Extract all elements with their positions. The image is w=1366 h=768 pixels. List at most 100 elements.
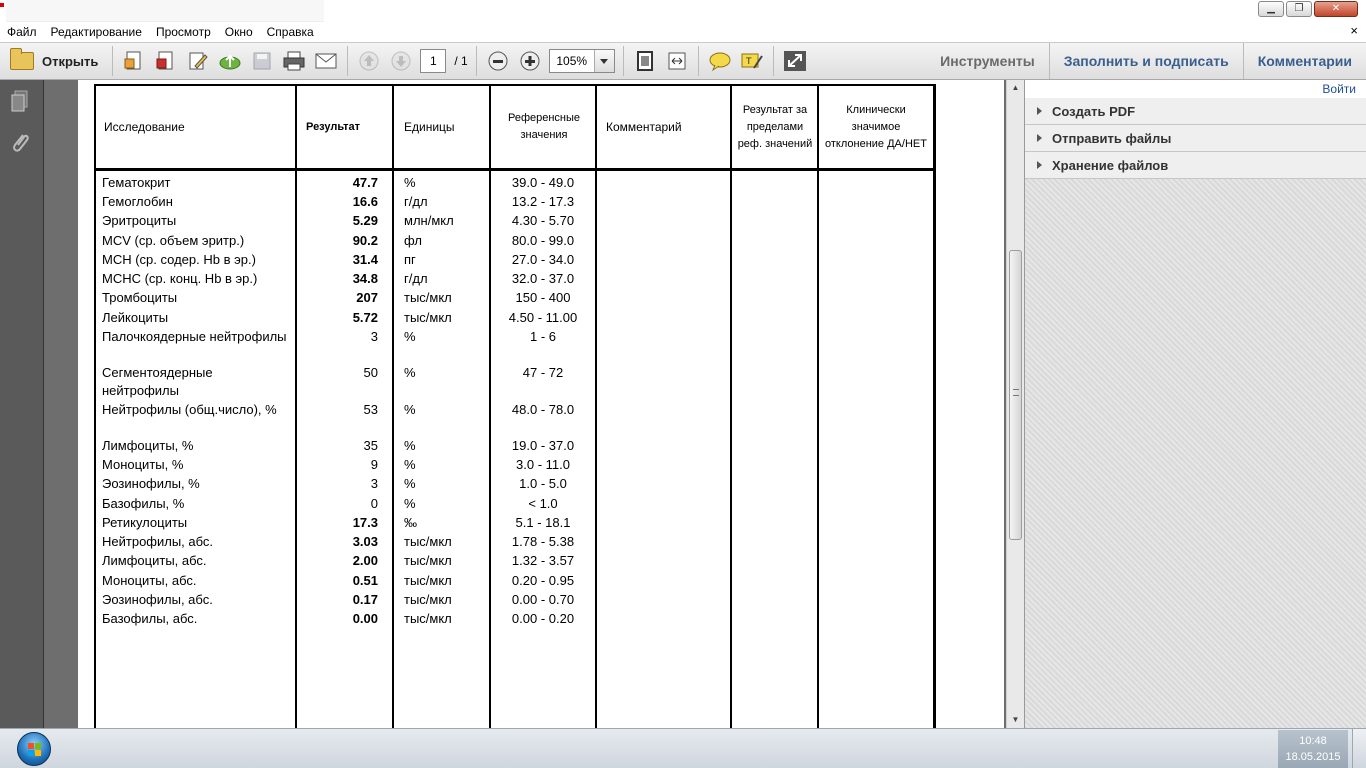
row-unit: тыс/мкл bbox=[404, 310, 452, 325]
row-reference: 32.0 - 37.0 bbox=[511, 271, 575, 286]
row-unit: % bbox=[404, 365, 416, 380]
minimize-button[interactable]: ▁ bbox=[1258, 1, 1284, 17]
fill-sign-panel-link[interactable]: Заполнить и подписать bbox=[1048, 43, 1243, 79]
chevron-down-icon[interactable] bbox=[593, 50, 614, 72]
row-unit: тыс/мкл bbox=[404, 573, 452, 588]
attachment-icon[interactable] bbox=[8, 130, 32, 156]
page-total: / 1 bbox=[454, 54, 468, 68]
folder-icon bbox=[10, 48, 34, 70]
email-icon[interactable] bbox=[313, 48, 339, 74]
row-study: Нейтрофилы (общ.число), % bbox=[102, 402, 277, 417]
window-title-area bbox=[6, 0, 324, 22]
row-study: Гематокрит bbox=[102, 175, 171, 190]
left-navigation-pane bbox=[0, 80, 44, 728]
section-create-pdf[interactable]: Создать PDF bbox=[1025, 98, 1366, 125]
row-result: 2.00 bbox=[352, 553, 378, 568]
column-border bbox=[595, 84, 597, 728]
row-study: Лимфоциты, абс. bbox=[102, 553, 207, 568]
clock-time: 10:48 bbox=[1299, 735, 1327, 747]
header-result: Результат bbox=[306, 121, 361, 133]
row-reference: 27.0 - 34.0 bbox=[511, 252, 575, 267]
row-reference: 5.1 - 18.1 bbox=[515, 515, 571, 530]
row-unit: пг bbox=[404, 252, 416, 267]
menu-help[interactable]: Справка bbox=[260, 25, 321, 39]
highlight-text-icon[interactable]: T bbox=[739, 48, 765, 74]
row-reference: 39.0 - 49.0 bbox=[511, 175, 575, 190]
maximize-button[interactable]: ❐ bbox=[1286, 1, 1312, 17]
zoom-in-icon[interactable] bbox=[517, 48, 543, 74]
row-unit: % bbox=[404, 438, 416, 453]
row-unit: тыс/мкл bbox=[404, 592, 452, 607]
header-separator bbox=[94, 168, 936, 171]
menu-file[interactable]: Файл bbox=[0, 25, 44, 39]
row-reference: 1 - 6 bbox=[529, 329, 556, 344]
header-comment: Комментарий bbox=[606, 120, 682, 134]
scroll-down-icon[interactable]: ▼ bbox=[1007, 712, 1024, 728]
next-page-icon[interactable] bbox=[388, 48, 414, 74]
row-result: 34.8 bbox=[352, 271, 378, 286]
zoom-out-icon[interactable] bbox=[485, 48, 511, 74]
row-reference: 47 - 72 bbox=[522, 365, 564, 380]
scrollbar-thumb[interactable] bbox=[1009, 250, 1022, 540]
tools-pane: Войти Создать PDF Отправить файлы Хранен… bbox=[1024, 80, 1366, 728]
print-icon[interactable] bbox=[281, 48, 307, 74]
grip-icon bbox=[1013, 389, 1019, 396]
fit-width-icon[interactable] bbox=[664, 48, 690, 74]
expand-group bbox=[774, 46, 816, 76]
expand-icon[interactable] bbox=[782, 48, 808, 74]
column-border bbox=[817, 84, 819, 728]
close-button[interactable]: ✕ bbox=[1314, 1, 1358, 17]
menu-edit[interactable]: Редактирование bbox=[44, 25, 149, 39]
system-clock[interactable]: 10:48 18.05.2015 bbox=[1278, 730, 1348, 768]
row-study: Сегментоядерные нейтрофилы bbox=[102, 365, 213, 398]
zoom-select[interactable]: 105% bbox=[548, 49, 615, 73]
row-study: Моноциты, абс. bbox=[102, 573, 197, 588]
windows-logo-icon bbox=[17, 732, 51, 766]
row-study: Тромбоциты bbox=[102, 290, 178, 305]
fit-page-icon[interactable] bbox=[632, 48, 658, 74]
row-unit: млн/мкл bbox=[404, 213, 454, 228]
row-study: Эозинофилы, % bbox=[102, 476, 200, 491]
open-button[interactable]: Открыть bbox=[10, 46, 114, 76]
edit-document-icon[interactable] bbox=[185, 48, 211, 74]
comment-icon[interactable] bbox=[707, 48, 733, 74]
row-result: 16.6 bbox=[352, 194, 378, 209]
page-thumbnails-icon[interactable] bbox=[8, 88, 32, 114]
comments-panel-link[interactable]: Комментарии bbox=[1242, 43, 1366, 79]
create-document-icon[interactable] bbox=[121, 48, 147, 74]
window-controls: ▁ ❐ ✕ bbox=[1258, 1, 1358, 17]
document-scrollbar[interactable]: ▲ ▼ bbox=[1006, 80, 1024, 728]
row-result: 50 bbox=[363, 365, 378, 380]
section-store-files[interactable]: Хранение файлов bbox=[1025, 152, 1366, 179]
previous-page-icon[interactable] bbox=[356, 48, 382, 74]
clock-date: 18.05.2015 bbox=[1285, 751, 1341, 763]
row-result: 47.7 bbox=[352, 175, 378, 190]
sign-in-link[interactable]: Войти bbox=[1025, 80, 1366, 98]
row-study: Ретикулоциты bbox=[102, 515, 188, 530]
save-icon[interactable] bbox=[249, 48, 275, 74]
show-desktop-button[interactable] bbox=[1352, 729, 1366, 768]
row-reference: 1.0 - 5.0 bbox=[519, 476, 567, 491]
page-number-input[interactable]: 1 bbox=[420, 49, 447, 73]
create-pdf-icon[interactable] bbox=[153, 48, 179, 74]
document-view[interactable]: Исследование Результат Единицы Референсн… bbox=[44, 80, 1006, 728]
menu-window[interactable]: Окно bbox=[218, 25, 260, 39]
row-study: Базофилы, абс. bbox=[102, 611, 198, 626]
app-icon bbox=[0, 3, 4, 7]
document-close-icon[interactable]: × bbox=[1350, 23, 1358, 38]
header-units: Единицы bbox=[404, 120, 455, 134]
expand-triangle-icon bbox=[1037, 107, 1042, 115]
row-reference: 48.0 - 78.0 bbox=[511, 402, 575, 417]
header-clinical-deviation: Клинически значимое отклонение ДА/НЕТ bbox=[825, 103, 927, 150]
scroll-up-icon[interactable]: ▲ bbox=[1007, 80, 1024, 96]
upload-cloud-icon[interactable] bbox=[217, 48, 243, 74]
section-send-files[interactable]: Отправить файлы bbox=[1025, 125, 1366, 152]
row-unit: % bbox=[404, 496, 416, 511]
toolbar-panels: Инструменты Заполнить и подписать Коммен… bbox=[926, 43, 1366, 79]
column-border bbox=[933, 84, 936, 728]
row-unit: % bbox=[404, 329, 416, 344]
row-unit: % bbox=[404, 402, 416, 417]
tools-panel-link[interactable]: Инструменты bbox=[926, 43, 1049, 79]
start-button[interactable] bbox=[4, 730, 64, 768]
menu-view[interactable]: Просмотр bbox=[149, 25, 218, 39]
